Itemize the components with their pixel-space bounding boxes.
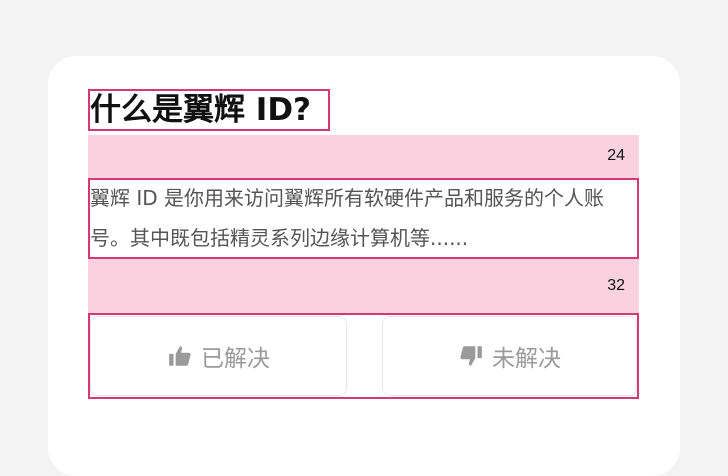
- solved-button[interactable]: 已解决: [90, 316, 347, 396]
- unsolved-button[interactable]: 未解决: [382, 316, 637, 396]
- solved-label: 已解决: [201, 346, 270, 372]
- spacer-bottom-value: 32: [607, 277, 625, 294]
- faq-description: 翼辉 ID 是你用来访问翼辉所有软硬件产品和服务的个人账号。其中既包括精灵系列边…: [90, 186, 605, 250]
- unsolved-label: 未解决: [492, 346, 561, 372]
- thumbs-up-icon: [167, 343, 193, 369]
- spacer-bottom: [88, 259, 639, 313]
- spacer-top-value: 24: [607, 147, 625, 164]
- faq-title: 什么是翼辉 ID?: [90, 92, 312, 128]
- thumbs-down-icon: [458, 343, 484, 369]
- spacer-top: [88, 135, 639, 178]
